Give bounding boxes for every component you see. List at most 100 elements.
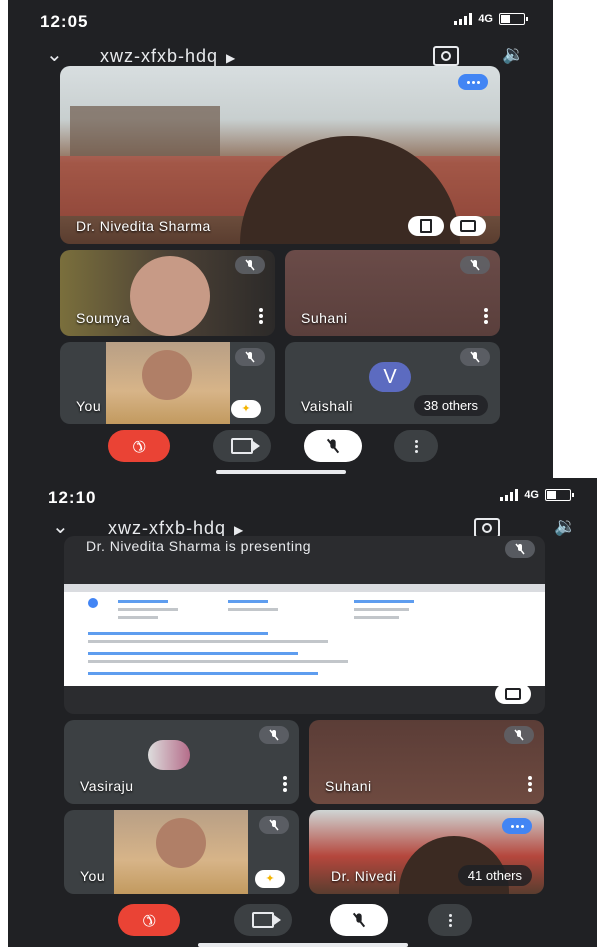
text-line (228, 608, 278, 611)
text-line (354, 616, 399, 619)
mic-off-icon (259, 726, 289, 744)
participant-tile-suhani[interactable]: Suhani (285, 250, 500, 336)
more-icon[interactable] (458, 74, 488, 90)
video-toggle-button[interactable] (213, 430, 271, 462)
participant-tile-you[interactable]: You ✦ (64, 810, 299, 894)
mic-off-icon (235, 348, 265, 366)
participant-tile-suhani[interactable]: Suhani (309, 720, 544, 804)
network-label: 4G (524, 489, 539, 501)
more-options-button[interactable] (394, 430, 438, 462)
presenting-label: Dr. Nivedita Sharma is presenting (86, 538, 312, 554)
network-status: 4G (500, 489, 574, 501)
more-vert-icon[interactable] (484, 308, 488, 324)
effects-icon[interactable]: ✦ (255, 870, 285, 888)
browser-bar (64, 584, 545, 592)
shared-screen (64, 584, 545, 686)
meeting-code[interactable]: xwz-xfxb-hdq ▶ (100, 46, 236, 67)
chevron-right-icon: ▶ (234, 523, 245, 537)
avatar: V (369, 362, 411, 392)
participant-name: You (76, 398, 102, 414)
end-call-button[interactable]: ✆ (108, 430, 170, 462)
status-bar: 12:05 4G (8, 0, 553, 38)
status-time: 12:10 (48, 488, 97, 507)
participant-name: Dr. Nivedi (331, 868, 397, 884)
pin-icon[interactable] (408, 216, 444, 236)
end-call-button[interactable]: ✆ (118, 904, 180, 936)
text-line (88, 652, 298, 655)
person-silhouette (130, 256, 210, 336)
text-line (354, 608, 409, 611)
status-bar: 12:10 4G (8, 478, 597, 516)
participant-tile-nivedita[interactable]: Dr. Nivedi 41 others (309, 810, 544, 894)
person-silhouette (156, 818, 206, 868)
mic-off-icon (326, 438, 340, 454)
switch-camera-icon[interactable] (474, 518, 500, 538)
others-count[interactable]: 41 others (457, 865, 532, 886)
speaker-icon[interactable]: 🔉 (554, 516, 576, 537)
google-logo-icon (88, 598, 98, 608)
text-line (354, 600, 414, 603)
fullscreen-icon[interactable] (495, 684, 531, 704)
home-indicator (216, 470, 346, 474)
more-vert-icon (448, 913, 452, 927)
mic-off-icon (505, 540, 535, 558)
participant-name: Suhani (301, 310, 348, 326)
screenshot-1: 12:05 4G ⌄ xwz-xfxb-hdq ▶ 🔉 Dr. Nivedita … (8, 0, 553, 478)
end-call-icon: ✆ (127, 434, 150, 457)
text-line (118, 600, 168, 603)
network-status: 4G (454, 13, 528, 25)
mic-off-icon (352, 912, 366, 928)
participant-name: Dr. Nivedita Sharma (76, 218, 211, 234)
avatar (148, 740, 190, 770)
person-silhouette (142, 350, 192, 400)
more-icon[interactable] (502, 818, 532, 834)
text-line (118, 616, 158, 619)
speaker-icon[interactable]: 🔉 (502, 44, 524, 65)
text-line (88, 672, 318, 675)
participant-name: Suhani (325, 778, 372, 794)
screenshot-2: 12:10 4G ⌄ xwz-xfxb-hdq ▶ 🔉 Dr. Nivedita … (8, 478, 597, 947)
mic-off-icon (460, 348, 490, 366)
meeting-code-text: xwz-xfxb-hdq (108, 518, 227, 538)
battery-icon (499, 13, 528, 25)
mic-toggle-button[interactable] (304, 430, 362, 462)
mic-toggle-button[interactable] (330, 904, 388, 936)
meeting-code-text: xwz-xfxb-hdq (100, 46, 219, 66)
chevron-down-icon[interactable]: ⌄ (46, 42, 63, 67)
status-time: 12:05 (40, 12, 89, 31)
more-vert-icon[interactable] (528, 776, 532, 792)
more-vert-icon[interactable] (259, 308, 263, 324)
more-options-button[interactable] (428, 904, 472, 936)
home-indicator (198, 943, 408, 947)
text-line (88, 660, 348, 663)
effects-icon[interactable]: ✦ (231, 400, 261, 418)
fullscreen-icon[interactable] (450, 216, 486, 236)
presentation-tile[interactable]: Dr. Nivedita Sharma is presenting (64, 536, 545, 714)
chevron-right-icon: ▶ (226, 51, 237, 65)
participant-name: Vaishali (301, 398, 353, 414)
more-vert-icon[interactable] (283, 776, 287, 792)
others-count[interactable]: 38 others (413, 395, 488, 416)
battery-icon (545, 489, 574, 501)
video-icon (231, 438, 260, 454)
participant-tile-vaishali[interactable]: V Vaishali 38 others (285, 342, 500, 424)
switch-camera-icon[interactable] (433, 46, 459, 66)
end-call-icon: ✆ (137, 908, 160, 931)
chevron-down-icon[interactable]: ⌄ (52, 514, 69, 539)
participant-tile-soumya[interactable]: Soumya (60, 250, 275, 336)
participant-tile-you[interactable]: You ✦ (60, 342, 275, 424)
mic-off-icon (259, 816, 289, 834)
participant-name: You (80, 868, 106, 884)
video-icon (252, 912, 281, 928)
text-line (88, 640, 328, 643)
text-line (118, 608, 178, 611)
participant-name: Soumya (76, 310, 131, 326)
more-vert-icon (414, 439, 418, 453)
self-video (106, 342, 230, 424)
main-video-tile[interactable]: Dr. Nivedita Sharma (60, 66, 500, 244)
self-video (114, 810, 248, 894)
mic-off-icon (460, 256, 490, 274)
participant-tile-vasiraju[interactable]: Vasiraju (64, 720, 299, 804)
video-toggle-button[interactable] (234, 904, 292, 936)
mic-off-icon (235, 256, 265, 274)
